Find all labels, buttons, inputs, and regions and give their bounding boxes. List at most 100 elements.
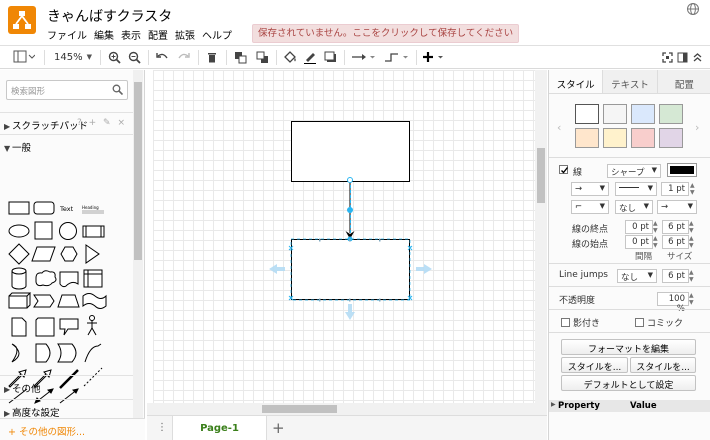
menu-extras[interactable]: 拡張 — [175, 27, 195, 42]
waypoints-dropdown[interactable] — [383, 49, 411, 65]
start-size-stepper[interactable]: ▲ ▼ — [653, 235, 658, 249]
shape-or[interactable] — [11, 343, 20, 363]
line-width-input[interactable]: 1 pt — [661, 182, 689, 196]
menu-arrange[interactable]: 配置 — [148, 27, 168, 42]
end-spacing-stepper[interactable]: ▲ ▼ — [689, 220, 694, 234]
collapse-triangle-icon[interactable]: ▶ — [551, 401, 556, 408]
line-dash-select[interactable]: ▼ — [615, 182, 657, 196]
undo-icon[interactable] — [154, 49, 170, 65]
to-back-icon[interactable] — [254, 49, 270, 65]
fill-color-icon[interactable] — [282, 49, 298, 65]
line-color-picker[interactable] — [667, 163, 697, 177]
line-jumps-size-input[interactable]: 6 pt — [662, 269, 689, 283]
to-front-icon[interactable] — [232, 49, 248, 65]
add-page-icon[interactable]: + — [272, 419, 285, 437]
style-swatch-white[interactable] — [575, 104, 599, 124]
advanced-section-header[interactable]: ▶ 高度な設定 — [0, 399, 133, 419]
shape-rectangle[interactable] — [8, 201, 30, 215]
style-swatch-red[interactable] — [631, 128, 655, 148]
shape-internal-storage[interactable] — [83, 269, 103, 288]
pages-menu-icon[interactable]: ⋮ — [157, 422, 167, 433]
tab-arrange[interactable]: 配置 — [656, 70, 710, 93]
page-tab-active[interactable]: Page-1 — [172, 416, 267, 440]
end-size-stepper[interactable]: ▲ ▼ — [653, 220, 658, 234]
chevron-left-icon[interactable]: ‹ — [557, 121, 561, 134]
fullscreen-icon[interactable] — [661, 49, 673, 65]
sidebar-scroll-thumb[interactable] — [134, 82, 142, 260]
more-shapes-button[interactable]: + その他の図形... — [0, 418, 145, 440]
shape-actor[interactable] — [89, 315, 95, 321]
globe-icon[interactable] — [686, 2, 700, 16]
line-style-select[interactable]: シャープ ▼ — [607, 164, 661, 178]
diagram-rectangle-top[interactable] — [291, 121, 410, 182]
shape-square[interactable] — [34, 221, 53, 240]
shape-triangle[interactable] — [85, 244, 100, 264]
connection-style-dropdown[interactable] — [350, 49, 378, 65]
collapse-chevron-up-icon[interactable] — [691, 49, 703, 65]
line-jumps-size-stepper[interactable]: ▲ ▼ — [689, 269, 694, 283]
scratchpad-tools[interactable]: ? + ✎ × — [77, 118, 127, 128]
line-color-icon[interactable] — [302, 49, 318, 65]
shadow-icon[interactable] — [322, 49, 338, 65]
comic-checkbox[interactable]: コミック — [635, 316, 683, 329]
shape-ellipse[interactable] — [8, 224, 30, 238]
waypoint-select[interactable]: ⌐ ▼ — [571, 200, 609, 214]
start-arrow-select[interactable]: なし ▼ — [615, 200, 653, 214]
delete-icon[interactable] — [204, 49, 220, 65]
canvas-horizontal-scrollbar[interactable] — [147, 403, 547, 415]
format-panel-toggle-icon[interactable] — [676, 49, 688, 65]
search-icon[interactable] — [112, 84, 124, 96]
shape-search-input[interactable]: 検索図形 — [6, 80, 128, 100]
diagram-canvas[interactable] — [147, 70, 547, 415]
paste-style-button[interactable]: スタイルを... — [630, 357, 696, 373]
shape-curve[interactable] — [84, 343, 102, 363]
set-as-default-button[interactable]: デフォルトとして設定 — [561, 375, 696, 391]
shape-card[interactable] — [35, 317, 55, 337]
tab-style[interactable]: スタイル — [549, 70, 603, 93]
style-swatch-orange[interactable] — [575, 128, 599, 148]
shape-rounded-rectangle[interactable] — [33, 201, 55, 215]
sidebar-scrollbar[interactable] — [133, 70, 143, 418]
opacity-stepper[interactable]: ▲ ▼ — [689, 292, 694, 306]
tab-text[interactable]: テキスト — [602, 70, 657, 93]
end-size-input[interactable]: 0 pt — [625, 220, 653, 234]
line-width-stepper[interactable]: ▲ ▼ — [690, 182, 695, 196]
menu-view[interactable]: 表示 — [121, 27, 141, 42]
hover-arrow-left-icon[interactable] — [269, 264, 285, 274]
scratchpad-section-header[interactable]: ▶ スクラッチパッド ? + ✎ × — [0, 112, 133, 132]
panel-toggle-icon[interactable] — [12, 49, 36, 65]
edge-handle-mid[interactable] — [347, 207, 353, 213]
shape-diamond[interactable] — [8, 243, 30, 265]
hover-arrow-right-icon[interactable] — [416, 264, 432, 274]
redo-icon[interactable] — [176, 49, 192, 65]
zoom-out-icon[interactable] — [126, 49, 142, 65]
style-swatch-yellow[interactable] — [603, 128, 627, 148]
zoom-in-icon[interactable] — [106, 49, 122, 65]
insert-plus-icon[interactable] — [421, 49, 447, 65]
canvas-vscroll-thumb[interactable] — [537, 148, 545, 203]
general-section-header[interactable]: ▼ 一般 — [0, 134, 133, 154]
shape-hexagon[interactable] — [60, 246, 78, 262]
start-spacing-stepper[interactable]: ▲ ▼ — [689, 235, 694, 249]
style-swatch-green[interactable] — [659, 104, 683, 124]
menu-edit[interactable]: 編集 — [94, 27, 114, 42]
document-title[interactable]: きゃんばすクラスタ — [47, 6, 172, 26]
copy-style-button[interactable]: スタイルを... — [561, 357, 628, 373]
shape-note[interactable] — [11, 317, 27, 337]
shape-data-storage[interactable] — [57, 343, 77, 363]
start-size-input[interactable]: 0 pt — [625, 235, 653, 249]
line-checkbox[interactable] — [559, 165, 571, 176]
edit-style-button[interactable]: フォーマットを編集 — [561, 339, 696, 355]
shape-step[interactable] — [33, 294, 55, 308]
shape-tape[interactable] — [82, 293, 107, 309]
style-swatch-purple[interactable] — [659, 128, 683, 148]
menu-help[interactable]: ヘルプ — [202, 27, 232, 42]
zoom-dropdown[interactable]: 145% ▼ — [52, 49, 94, 65]
shadow-checkbox[interactable]: 影付き — [561, 316, 600, 329]
canvas-hscroll-thumb[interactable] — [262, 405, 337, 413]
start-spacing-input[interactable]: 6 pt — [662, 235, 689, 249]
shape-callout[interactable] — [59, 318, 79, 336]
diagram-rectangle-bottom[interactable] — [291, 239, 410, 300]
canvas-vertical-scrollbar[interactable] — [535, 70, 547, 403]
line-pattern-select[interactable]: → ▼ — [571, 182, 609, 196]
